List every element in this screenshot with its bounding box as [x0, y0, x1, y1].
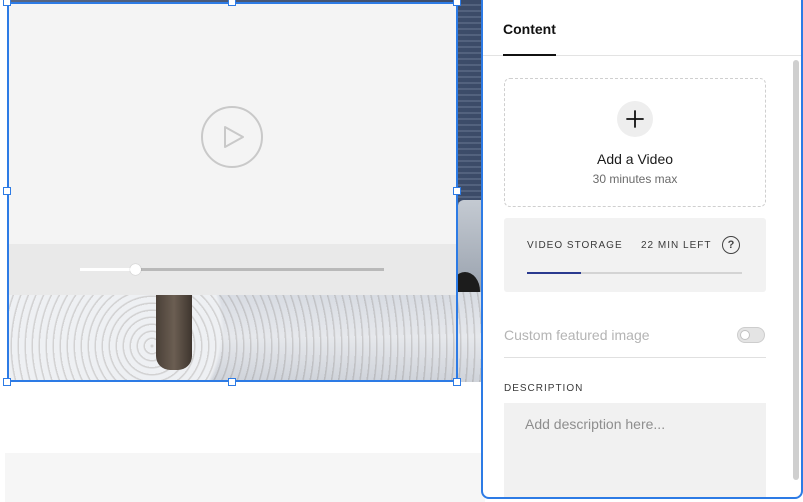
video-storage-label: VIDEO STORAGE — [527, 240, 623, 251]
panel-tabs: Content — [483, 0, 801, 56]
resize-handle-bottom-left[interactable] — [3, 378, 11, 386]
description-label: DESCRIPTION — [504, 383, 584, 394]
custom-featured-image-row: Custom featured image — [504, 320, 766, 358]
add-video-title: Add a Video — [596, 151, 674, 167]
panel-scrollbar[interactable] — [791, 56, 801, 496]
video-block[interactable] — [7, 2, 457, 382]
resize-handle-top-left[interactable] — [3, 0, 11, 6]
seek-bar-played — [80, 268, 135, 271]
play-icon — [224, 126, 244, 148]
storage-usage-fill — [527, 272, 581, 274]
toggle-knob — [740, 330, 750, 340]
video-player[interactable] — [7, 2, 457, 295]
storage-usage-bar — [527, 272, 742, 274]
add-video-limit: 30 minutes max — [592, 172, 678, 186]
player-controls — [7, 244, 457, 295]
custom-featured-image-label: Custom featured image — [504, 327, 650, 343]
block-settings-panel: Content Add a Video 30 minutes max VIDEO… — [481, 0, 803, 499]
custom-featured-image-toggle[interactable] — [737, 327, 765, 343]
resize-handle-bottom-right[interactable] — [453, 378, 461, 386]
description-field[interactable] — [504, 403, 766, 497]
plus-icon — [626, 110, 644, 128]
video-storage-remaining: 22 MIN LEFT — [641, 240, 712, 251]
help-icon[interactable]: ? — [722, 236, 740, 254]
play-button[interactable] — [201, 106, 263, 168]
resize-handle-right[interactable] — [453, 187, 461, 195]
editor-canvas: Content Add a Video 30 minutes max VIDEO… — [0, 0, 803, 502]
add-video-button[interactable] — [617, 101, 653, 137]
add-video-dropzone[interactable]: Add a Video 30 minutes max — [504, 78, 766, 207]
tab-content[interactable]: Content — [503, 21, 556, 56]
resize-handle-bottom[interactable] — [228, 378, 236, 386]
next-section — [5, 453, 485, 502]
video-storage-card: VIDEO STORAGE 22 MIN LEFT ? — [504, 218, 766, 292]
resize-handle-left[interactable] — [3, 187, 11, 195]
seek-handle[interactable] — [129, 264, 141, 275]
seek-bar[interactable] — [80, 264, 384, 275]
resize-handle-top-right[interactable] — [453, 0, 461, 6]
panel-scrollbar-thumb[interactable] — [793, 60, 799, 480]
resize-handle-top[interactable] — [228, 0, 236, 6]
